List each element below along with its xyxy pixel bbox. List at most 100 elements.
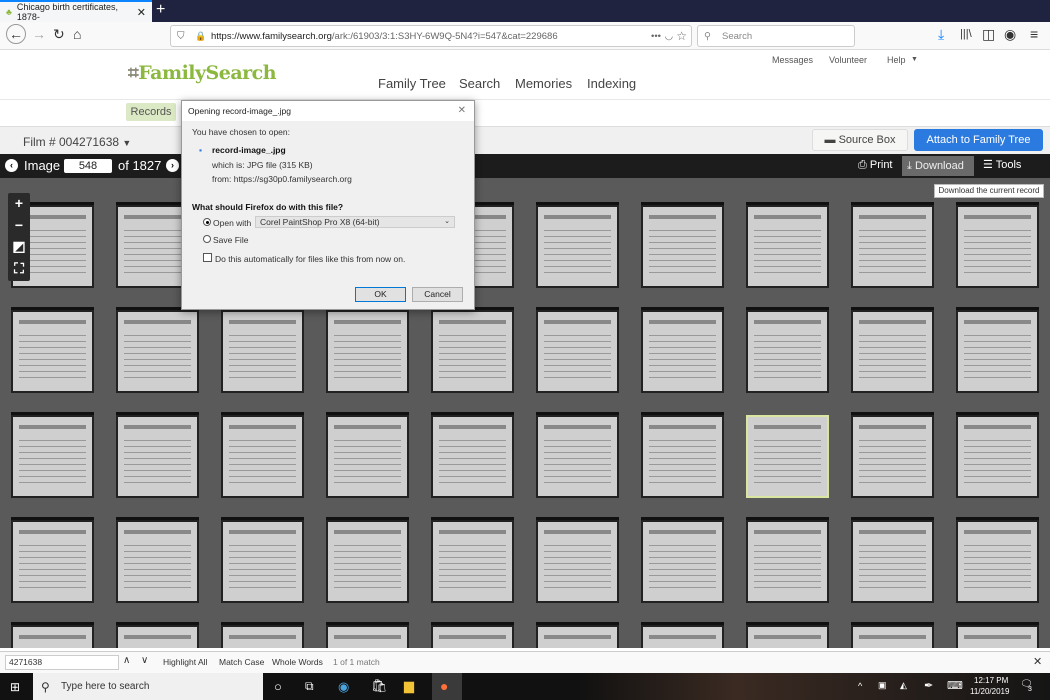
taskbar-search[interactable]: ⚲ Type here to search — [33, 673, 263, 700]
record-thumbnail[interactable] — [11, 520, 94, 603]
nav-search[interactable]: Search — [459, 76, 500, 91]
network-icon[interactable]: ◭ — [900, 680, 907, 691]
clock-date[interactable]: 11/20/2019 — [970, 687, 1009, 696]
menu-icon[interactable]: ≡ — [1030, 26, 1038, 42]
home-icon[interactable]: ⌂ — [73, 26, 81, 42]
record-thumbnail[interactable] — [536, 520, 619, 603]
volunteer-link[interactable]: Volunteer — [829, 55, 867, 65]
windows-start-icon[interactable]: ⊞ — [10, 680, 20, 694]
record-thumbnail[interactable] — [746, 520, 829, 603]
rotate-page-icon[interactable]: ◩ — [8, 238, 30, 255]
pocket-icon[interactable]: ◡ — [665, 31, 673, 42]
records-tab[interactable]: Records — [126, 103, 176, 121]
record-thumbnail[interactable] — [431, 520, 514, 603]
record-thumbnail[interactable] — [641, 520, 724, 603]
record-thumbnail[interactable] — [326, 310, 409, 393]
tray-chevron-icon[interactable]: ^ — [858, 681, 862, 691]
record-thumbnail[interactable] — [116, 415, 199, 498]
record-thumbnail[interactable] — [851, 205, 934, 288]
record-thumbnail[interactable] — [116, 520, 199, 603]
back-icon[interactable]: ← — [6, 24, 26, 44]
match-case-toggle[interactable]: Match Case — [219, 657, 264, 667]
record-thumbnail[interactable] — [221, 520, 304, 603]
film-selector[interactable]: Film # 004271638 ▼ — [23, 135, 131, 149]
print-button[interactable]: ⎙ Print — [858, 159, 893, 172]
reload-icon[interactable]: ↻ — [53, 26, 65, 43]
sidebar-icon[interactable]: ◫ — [982, 26, 995, 43]
bookmark-star-icon[interactable]: ☆ — [676, 29, 687, 43]
pen-icon[interactable]: ✒ — [924, 679, 933, 692]
record-thumbnail[interactable] — [641, 205, 724, 288]
record-thumbnail[interactable] — [536, 310, 619, 393]
find-previous-icon[interactable]: ∧ — [123, 655, 130, 666]
cortana-icon[interactable]: ○ — [274, 679, 282, 694]
nav-indexing[interactable]: Indexing — [587, 76, 636, 91]
record-thumbnail[interactable] — [11, 415, 94, 498]
nav-memories[interactable]: Memories — [515, 76, 572, 91]
open-with-radio[interactable] — [203, 218, 211, 226]
record-thumbnail[interactable] — [11, 310, 94, 393]
record-thumbnail[interactable] — [851, 625, 934, 648]
record-thumbnail[interactable] — [221, 310, 304, 393]
record-thumbnail[interactable] — [326, 625, 409, 648]
nav-family-tree[interactable]: Family Tree — [378, 76, 446, 91]
highlight-all-toggle[interactable]: Highlight All — [163, 657, 207, 667]
whole-words-toggle[interactable]: Whole Words — [272, 657, 323, 667]
record-thumbnail[interactable] — [536, 205, 619, 288]
save-file-radio[interactable] — [203, 235, 211, 243]
more-icon[interactable]: ••• — [651, 31, 661, 42]
source-box-button[interactable]: ▬ Source Box — [812, 129, 908, 151]
browser-search-input[interactable]: ⚲ Search — [697, 25, 855, 47]
close-tab-icon[interactable]: ✕ — [137, 6, 146, 19]
record-thumbnail[interactable] — [956, 415, 1039, 498]
record-thumbnail[interactable] — [221, 625, 304, 648]
tools-button[interactable]: ☰ Tools — [983, 158, 1021, 171]
record-thumbnail[interactable] — [641, 310, 724, 393]
record-thumbnail[interactable] — [116, 310, 199, 393]
record-thumbnail[interactable] — [326, 520, 409, 603]
close-dialog-icon[interactable]: ✕ — [458, 105, 466, 116]
tray-app-icon[interactable]: ▣ — [878, 680, 887, 691]
record-thumbnail[interactable] — [431, 415, 514, 498]
account-icon[interactable]: ◉ — [1004, 26, 1016, 43]
ok-button[interactable]: OK — [355, 287, 406, 302]
clock-time[interactable]: 12:17 PM — [974, 676, 1008, 685]
record-thumbnail[interactable] — [641, 625, 724, 648]
record-thumbnail[interactable] — [746, 205, 829, 288]
close-find-icon[interactable]: ✕ — [1033, 655, 1042, 668]
download-button[interactable]: ⤓ Download — [902, 156, 974, 176]
new-tab-button[interactable]: + — [156, 1, 165, 19]
zoom-in-icon[interactable]: + — [8, 195, 30, 211]
application-select[interactable]: Corel PaintShop Pro X8 (64-bit) ⌄ — [255, 216, 455, 228]
file-explorer-icon[interactable]: ▆ — [404, 678, 414, 694]
library-icon[interactable]: |||\ — [960, 28, 972, 40]
auto-checkbox[interactable] — [203, 253, 212, 262]
messages-link[interactable]: Messages — [772, 55, 813, 65]
record-thumbnail[interactable] — [536, 415, 619, 498]
next-image-icon[interactable]: › — [166, 159, 179, 172]
record-thumbnail[interactable] — [851, 520, 934, 603]
app-icon[interactable]: ◉ — [338, 679, 349, 695]
find-next-icon[interactable]: ∨ — [141, 655, 148, 666]
record-thumbnail[interactable] — [956, 310, 1039, 393]
record-thumbnail[interactable] — [746, 415, 829, 498]
browser-tab[interactable]: ♣ Chicago birth certificates, 1878- ✕ — [0, 0, 152, 22]
firefox-taskbar-button[interactable]: ● — [432, 673, 462, 700]
record-thumbnail[interactable] — [746, 625, 829, 648]
fullscreen-icon[interactable]: ⛶ — [8, 260, 30, 277]
record-thumbnail[interactable] — [956, 520, 1039, 603]
record-thumbnail[interactable] — [116, 625, 199, 648]
cancel-button[interactable]: Cancel — [412, 287, 463, 302]
task-view-icon[interactable]: ⧉ — [305, 679, 314, 694]
record-thumbnail[interactable] — [746, 310, 829, 393]
record-thumbnail[interactable] — [326, 415, 409, 498]
record-thumbnail[interactable] — [431, 625, 514, 648]
record-thumbnail[interactable] — [641, 415, 724, 498]
url-bar[interactable]: ⛉ 🔒 https://www.familysearch.org/ark:/61… — [170, 25, 692, 47]
record-thumbnail[interactable] — [851, 415, 934, 498]
image-number-input[interactable]: 548 — [64, 159, 112, 173]
record-thumbnail[interactable] — [431, 310, 514, 393]
record-thumbnail[interactable] — [11, 625, 94, 648]
find-input[interactable]: 4271638 — [5, 655, 119, 670]
record-thumbnail[interactable] — [956, 205, 1039, 288]
